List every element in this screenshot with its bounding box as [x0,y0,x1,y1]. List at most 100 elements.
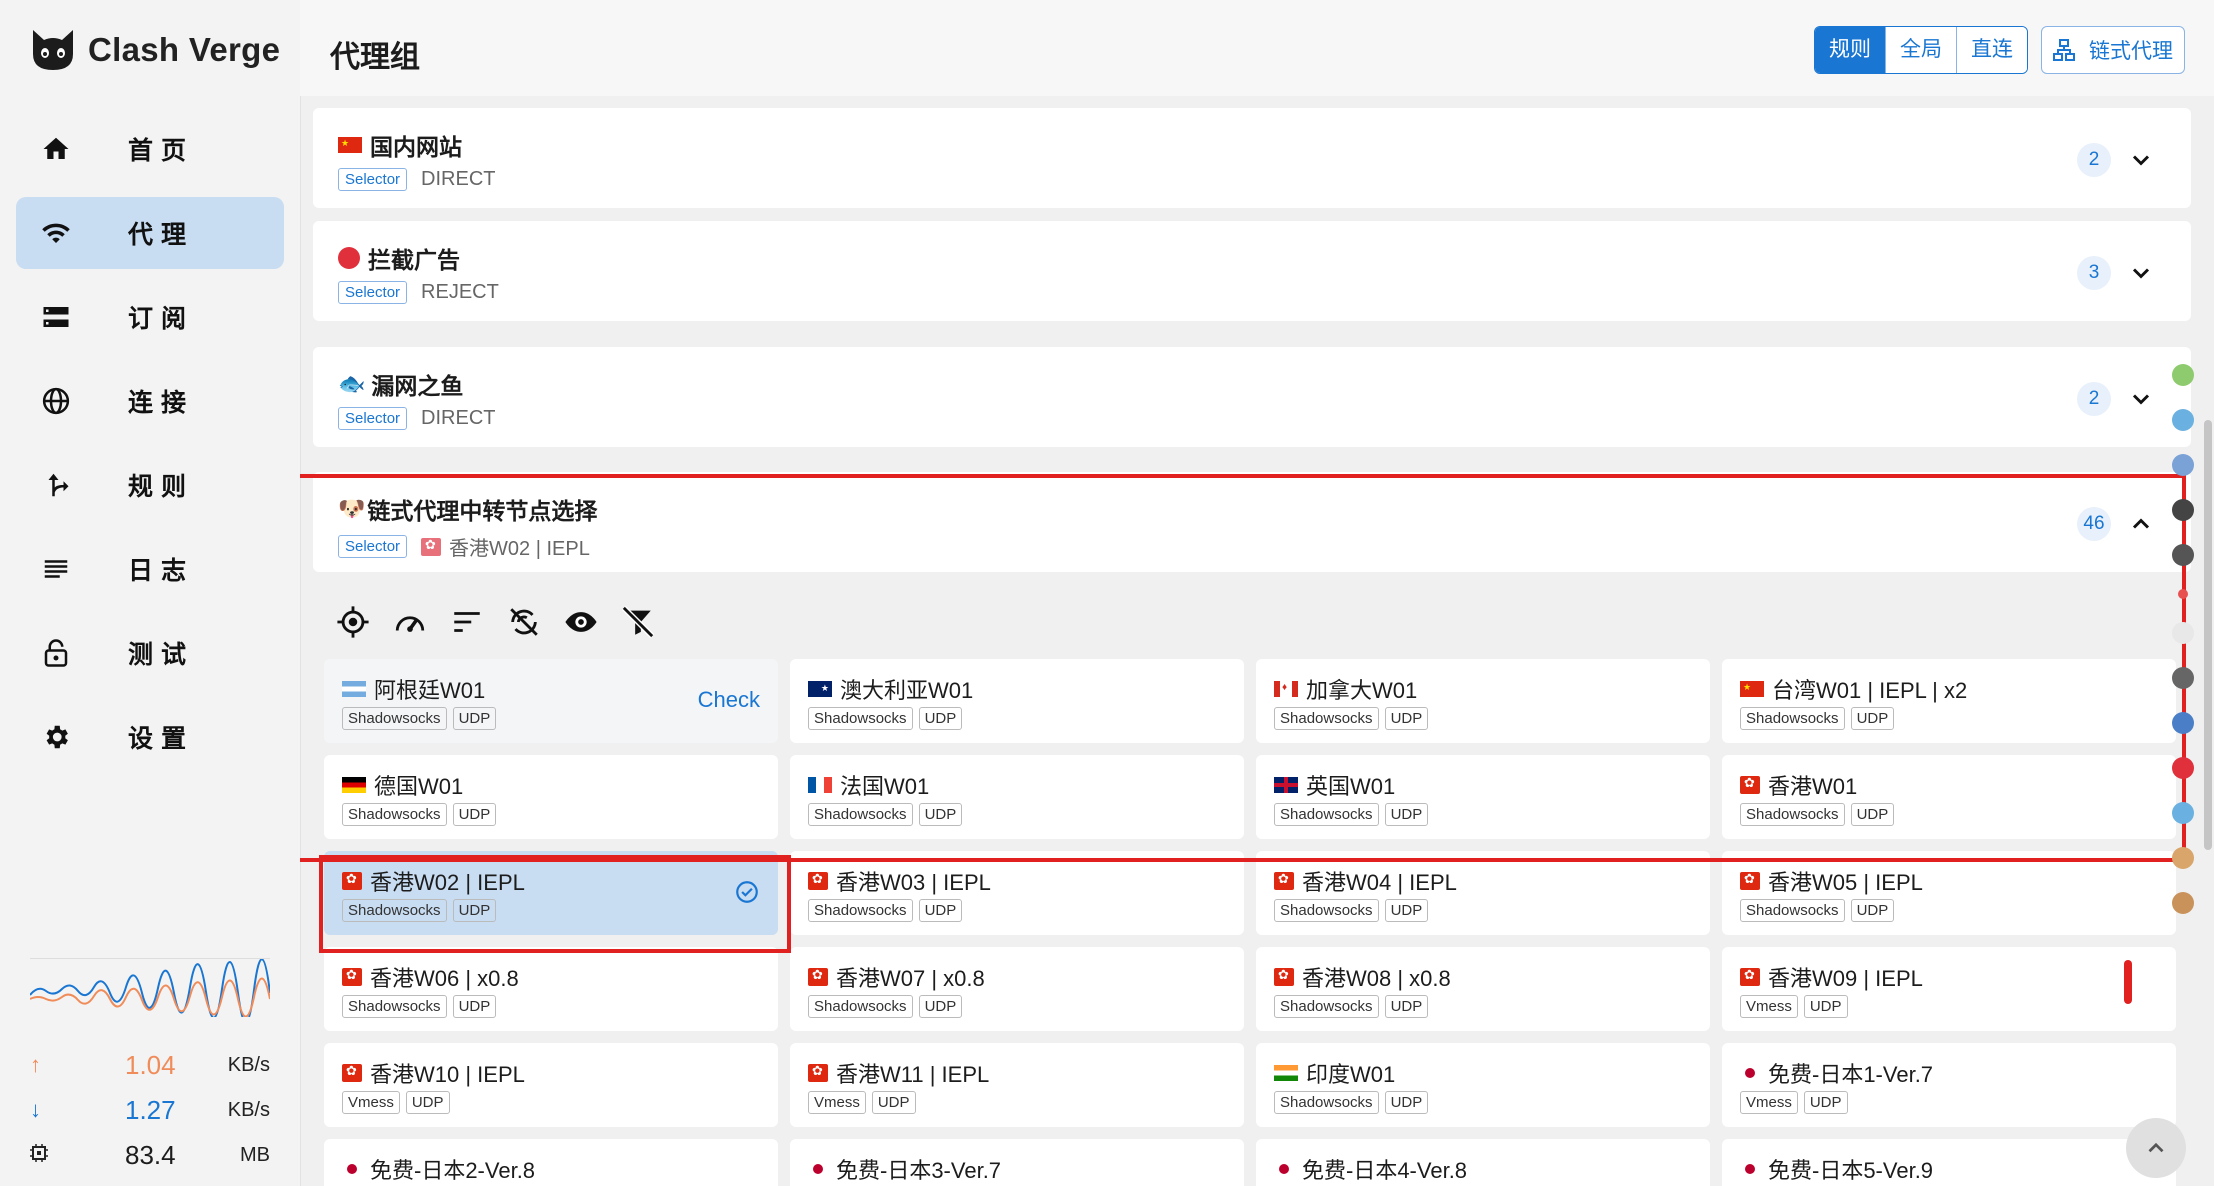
flag-hk-icon: ✿ [808,872,828,890]
globe-small-icon[interactable] [2172,409,2194,431]
proxy-tag: Shadowsocks [808,899,913,922]
dog-alt-small-icon[interactable] [2172,892,2194,914]
proxy-tag: UDP [1850,899,1895,922]
nav-item-logs[interactable]: 日志 [16,533,284,605]
nav-label: 首页 [128,137,195,165]
dot-icon[interactable] [2178,589,2188,599]
flag-hk-icon: ✿ [808,968,828,986]
mode-direct-button[interactable]: 直连 [1957,27,2027,73]
proxy-card[interactable]: ✿ 香港W11 | IEPL Vmess UDP [790,1043,1244,1127]
chain-proxy-button[interactable]: 链式代理 [2041,26,2185,74]
proxy-group-domestic[interactable]: ★ 国内网站 Selector DIRECT 2 [313,108,2191,208]
proxy-tags: Shadowsocks UDP [1740,899,1900,922]
controller-icon[interactable] [2172,667,2194,689]
nav-item-rules[interactable]: 规则 [16,449,284,521]
nav-label: 订阅 [128,305,195,333]
nav-item-settings[interactable]: 设置 [16,701,284,773]
proxy-card[interactable]: 免费-日本5-Ver.9 [1722,1139,2176,1186]
proxy-tag: UDP [1803,995,1848,1018]
proxy-card[interactable]: ✿ 香港W07 | x0.8 Shadowsocks UDP [790,947,1244,1031]
proxy-tags: Shadowsocks UDP [808,899,968,922]
arrow-down-icon: ↓ [30,1097,41,1122]
nav-item-home[interactable]: 首页 [16,113,284,185]
chevron-up-icon [2148,1142,2164,1153]
app-logo: Clash Verge [30,28,280,72]
proxy-tag: UDP [1384,995,1429,1018]
proxy-tags: Vmess UDP [342,1091,456,1114]
cloud-icon[interactable] [2172,622,2194,644]
group-current-proxy: DIRECT [421,407,496,429]
gamepad-icon[interactable] [2172,499,2194,521]
nav-item-connections[interactable]: 连接 [16,365,284,437]
proxy-card[interactable]: 免费-日本4-Ver.8 [1256,1139,1710,1186]
nav-item-proxy[interactable]: 代理 [16,197,284,269]
proxy-group-adblock[interactable]: 拦截广告 Selector REJECT 3 [313,221,2191,321]
fork-icon [38,467,74,503]
gamepad-alt-icon[interactable] [2172,544,2194,566]
proxy-card[interactable]: ✿ 香港W03 | IEPL Shadowsocks UDP [790,851,1244,935]
scroll-to-top-button[interactable] [2126,1118,2186,1178]
download-unit: KB/s [227,1098,270,1121]
proxy-tag: UDP [1384,1091,1429,1114]
proxy-tag: UDP [918,995,963,1018]
chevron-down-icon[interactable] [2127,146,2155,174]
proxy-tag: Shadowsocks [808,995,913,1018]
chain-proxy-label: 链式代理 [2089,40,2173,63]
nav-label: 测试 [128,641,195,669]
app-icon[interactable] [2172,712,2194,734]
mode-global-button[interactable]: 全局 [1886,27,1957,73]
memory-chip-icon [30,1142,56,1168]
stop-small-icon[interactable] [2172,757,2194,779]
proxy-card[interactable]: ✿ 香港W10 | IEPL Vmess UDP [324,1043,778,1127]
proxy-card[interactable]: ✿ 香港W09 | IEPL Vmess UDP [1722,947,2176,1031]
hierarchy-icon [2053,39,2075,61]
app-title: Clash Verge [88,31,281,68]
nav-item-profiles[interactable]: 订阅 [16,281,284,353]
proxy-card[interactable]: 印度W01 Shadowsocks UDP [1256,1043,1710,1127]
chevron-down-icon[interactable] [2127,385,2155,413]
lock-icon [38,635,74,671]
proxy-card[interactable]: ✿ 香港W06 | x0.8 Shadowsocks UDP [324,947,778,1031]
proxy-card[interactable]: ✿ 香港W04 | IEPL Shadowsocks UDP [1256,851,1710,935]
proxy-tags: Shadowsocks UDP [808,995,968,1018]
proxy-tags: Shadowsocks UDP [1274,995,1434,1018]
proxy-name: ✿ 香港W03 | IEPL [808,865,991,897]
flag-hk-icon: ✿ [1740,968,1760,986]
proxy-tag: Vmess [1740,995,1798,1018]
proxy-group-list: ★ 国内网站 Selector DIRECT 2 拦截广告 Selector R… [300,96,2214,1186]
chevron-down-icon[interactable] [2127,259,2155,287]
nav-item-test[interactable]: 测试 [16,617,284,689]
proxy-tag: UDP [918,899,963,922]
proxy-name-text: 香港W06 | x0.8 [370,966,519,991]
proxy-name-text: 免费-日本5-Ver.9 [1768,1158,1934,1183]
proxy-tag: Shadowsocks [1274,995,1379,1018]
proxy-card[interactable]: 免费-日本2-Ver.8 [324,1139,778,1186]
cat-logo-icon [33,30,73,70]
proxy-name: 免费-日本3-Ver.7 [808,1153,1001,1185]
proxy-group-final[interactable]: 🐟 漏网之鱼 Selector DIRECT 2 [313,347,2191,447]
proxy-name: ✿ 香港W08 | x0.8 [1274,961,1451,993]
flag-in-icon [1274,1065,1298,1081]
upload-value: 1.04 [125,1049,176,1080]
fish-small-icon[interactable] [2172,802,2194,824]
group-sub: Selector REJECT [338,281,499,304]
proxy-name-text: 免费-日本1-Ver.7 [1768,1062,1934,1087]
proxy-tag: Shadowsocks [1274,1091,1379,1114]
proxy-card[interactable]: 免费-日本3-Ver.7 [790,1139,1244,1186]
fish-icon: 🐟 [338,371,366,396]
tv-icon[interactable] [2172,454,2194,476]
proxy-name-text: 香港W04 | IEPL [1302,870,1457,895]
proxy-name: ✿ 香港W10 | IEPL [342,1057,525,1089]
group-name: 🐟 漏网之鱼 [338,367,463,401]
mode-rule-button[interactable]: 规则 [1815,27,1886,73]
proxy-card[interactable]: ✿ 香港W08 | x0.8 Shadowsocks UDP [1256,947,1710,1031]
proxy-name-text: 香港W09 | IEPL [1768,966,1923,991]
proxy-tag: UDP [452,995,497,1018]
dog-small-icon[interactable] [2172,847,2194,869]
scrollbar[interactable] [2204,420,2212,850]
proxy-card[interactable]: ✿ 香港W05 | IEPL Shadowsocks UDP [1722,851,2176,935]
proxy-name-text: 香港W10 | IEPL [370,1062,525,1087]
leaf-icon[interactable] [2172,364,2194,386]
proxy-card[interactable]: 免费-日本1-Ver.7 Vmess UDP [1722,1043,2176,1127]
proxy-tag: UDP [405,1091,450,1114]
